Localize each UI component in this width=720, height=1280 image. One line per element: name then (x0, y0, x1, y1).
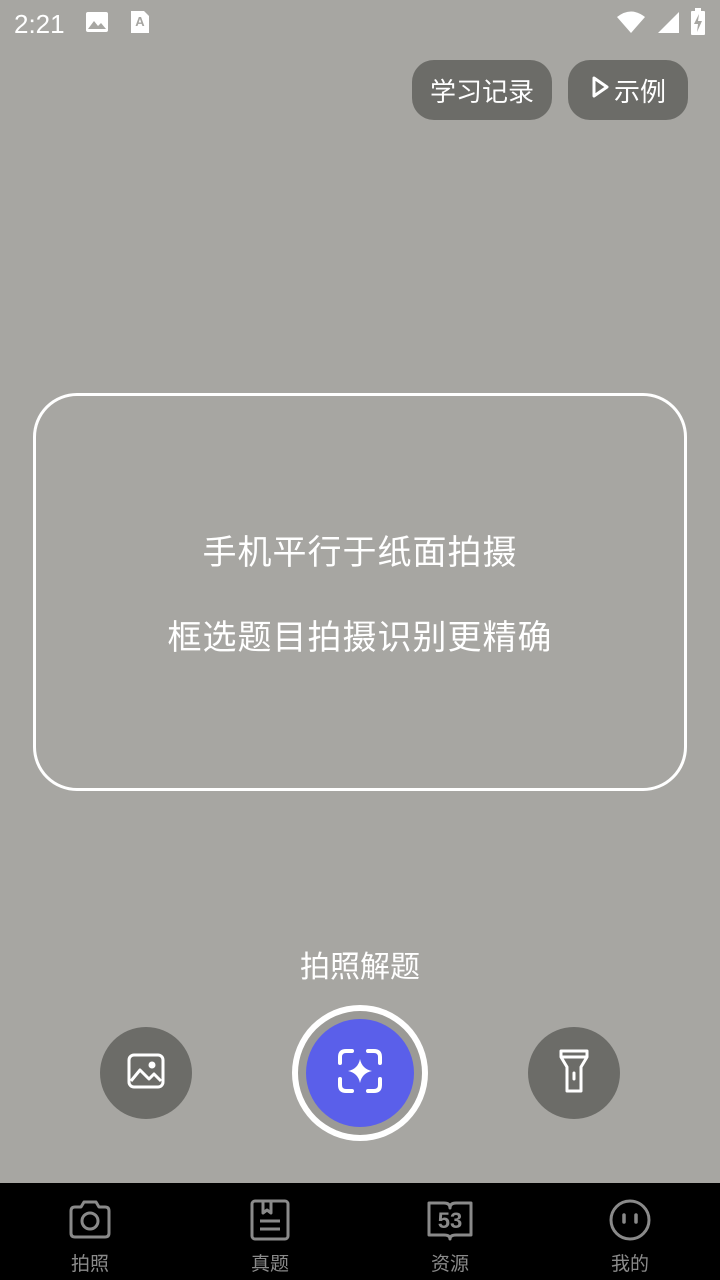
nav-item-exam[interactable]: 真题 (180, 1183, 360, 1280)
nav-label-mine: 我的 (610, 1253, 649, 1275)
nav-label-resources: 资源 (430, 1253, 469, 1275)
svg-text:A: A (135, 14, 145, 29)
bottom-nav: 拍照 真题 53 资源 我的 (0, 1183, 720, 1280)
capture-frame: 手机平行于纸面拍摄 框选题目拍摄识别更精确 (33, 393, 687, 791)
scan-sparkle-icon (336, 1047, 384, 1099)
nav-label-camera: 拍照 (70, 1253, 109, 1275)
shutter-ring (298, 1011, 422, 1135)
face-icon (608, 1199, 652, 1245)
flashlight-button[interactable] (528, 1027, 620, 1119)
frame-hint-line2: 框选题目拍摄识别更精确 (167, 618, 553, 658)
nav-item-resources[interactable]: 53 资源 (360, 1183, 540, 1280)
battery-charging-icon (690, 8, 706, 40)
top-buttons: 学习记录 示例 (412, 60, 688, 120)
svg-text:53: 53 (438, 1208, 462, 1233)
camera-icon (67, 1199, 113, 1245)
status-bar: 2:21 A (0, 0, 720, 48)
flashlight-icon (556, 1048, 592, 1098)
study-record-button[interactable]: 学习记录 (412, 60, 552, 120)
gallery-icon (127, 1053, 165, 1093)
status-left: 2:21 A (14, 9, 151, 40)
signal-icon (656, 10, 680, 38)
nav-item-mine[interactable]: 我的 (540, 1183, 720, 1280)
example-button[interactable]: 示例 (568, 60, 688, 120)
mode-label[interactable]: 拍照解题 (0, 942, 720, 986)
wifi-icon (616, 10, 646, 38)
play-icon (590, 75, 610, 106)
gallery-button[interactable] (100, 1027, 192, 1119)
frame-hint-line1: 手机平行于纸面拍摄 (202, 533, 518, 573)
document-icon (249, 1199, 291, 1245)
nav-label-exam: 真题 (250, 1253, 289, 1275)
shutter-core (306, 1019, 414, 1127)
font-a-icon: A (129, 10, 151, 38)
study-record-label: 学习记录 (430, 77, 535, 108)
status-time: 2:21 (14, 8, 65, 39)
example-label: 示例 (613, 77, 666, 108)
nav-item-camera[interactable]: 拍照 (0, 1183, 180, 1280)
shutter-button[interactable] (292, 1005, 428, 1141)
book-53-icon: 53 (426, 1199, 474, 1245)
status-right (616, 8, 706, 40)
image-icon (85, 11, 109, 37)
